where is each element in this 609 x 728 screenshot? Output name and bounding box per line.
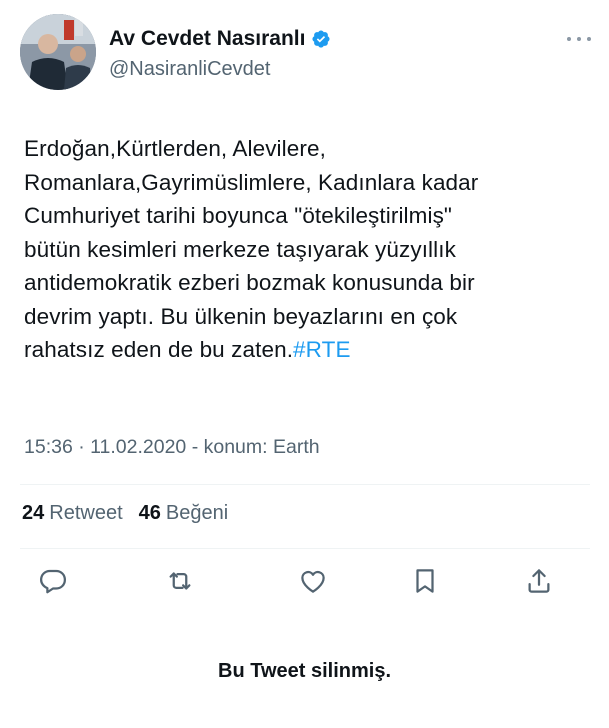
like-count[interactable]: 46 — [139, 502, 161, 525]
tweet-text: Erdoğan,Kürtlerden, Alevilere, Romanlara… — [24, 132, 584, 367]
more-options-icon[interactable] — [565, 34, 593, 44]
tweet-actions — [38, 566, 578, 598]
share-button[interactable] — [524, 566, 554, 596]
bookmark-icon — [416, 569, 434, 593]
divider — [20, 484, 590, 485]
retweet-label[interactable]: Retweet — [49, 502, 122, 525]
like-button[interactable] — [298, 566, 328, 596]
reply-icon — [40, 569, 66, 594]
share-icon — [528, 569, 550, 593]
profile-photo — [20, 14, 96, 90]
verified-badge-icon — [312, 30, 331, 48]
deleted-notice: Bu Tweet silinmiş. — [218, 660, 391, 682]
user-handle[interactable]: @NasiranliCevdet — [109, 58, 331, 81]
like-icon — [301, 570, 325, 593]
tweet-body: Erdoğan,Kürtlerden, Alevilere, Romanlara… — [24, 136, 479, 362]
retweet-count[interactable]: 24 — [22, 502, 44, 525]
hashtag-link[interactable]: #RTE — [293, 337, 351, 362]
retweet-button[interactable] — [165, 566, 195, 596]
like-label[interactable]: Beğeni — [166, 502, 228, 525]
avatar[interactable] — [20, 14, 96, 90]
tweet-header: Av Cevdet Nasıranlı @NasiranliCevdet — [20, 14, 595, 94]
retweet-icon — [169, 572, 191, 590]
reply-button[interactable] — [38, 566, 68, 596]
divider — [20, 548, 590, 549]
tweet-stats: 24 Retweet 46 Beğeni — [22, 502, 228, 525]
bookmark-button[interactable] — [410, 566, 440, 596]
tweet-timestamp[interactable]: 15:36 · 11.02.2020 - konum: Earth — [24, 436, 320, 459]
display-name[interactable]: Av Cevdet Nasıranlı — [109, 27, 305, 51]
